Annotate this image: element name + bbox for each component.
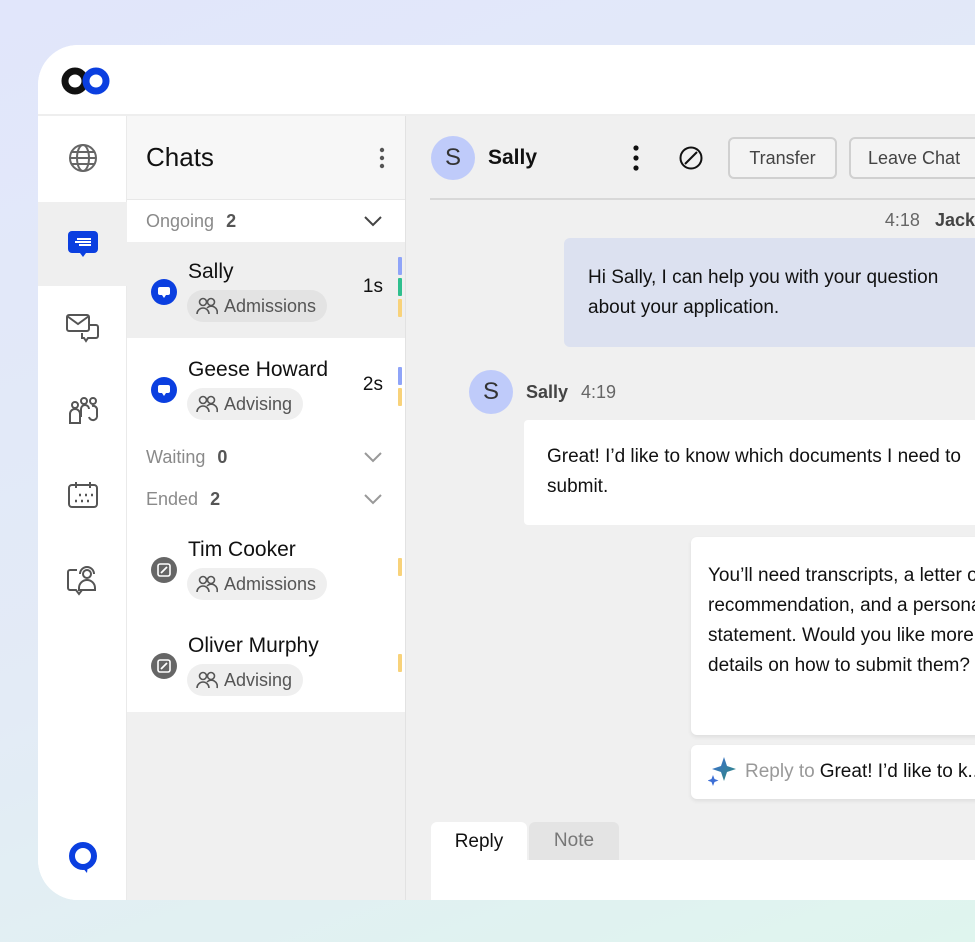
section-count: 2 — [226, 210, 237, 231]
ai-suggestion-card[interactable]: You’ll need transcripts, a letter of rec… — [691, 537, 975, 735]
chevron-down-icon[interactable] — [363, 493, 383, 505]
block-icon[interactable] — [679, 146, 703, 170]
department-tag: Advising — [187, 388, 304, 420]
chat-list-item[interactable]: Sally Admissions 1s — [127, 242, 405, 338]
sidebar-item-team[interactable] — [38, 369, 127, 453]
avatar: S — [431, 136, 475, 180]
chat-name: Geese Howard — [188, 358, 329, 381]
tag-label: Admissions — [224, 295, 317, 316]
top-header — [38, 45, 975, 116]
contact-name: Sally — [488, 146, 538, 169]
brand-chat-icon — [68, 842, 97, 873]
status-bars — [398, 558, 402, 576]
group-icon — [196, 575, 218, 593]
status-bars — [398, 257, 402, 317]
tag-label: Advising — [224, 669, 293, 690]
avatar: S — [469, 370, 513, 414]
ended-chat-icon — [151, 557, 177, 583]
tag-label: Admissions — [224, 573, 317, 594]
department-tag: Advising — [187, 664, 304, 696]
chat-name: Oliver Murphy — [188, 634, 319, 657]
chat-time: 2s — [362, 374, 383, 395]
more-options-icon[interactable] — [379, 147, 385, 169]
calendar-icon — [67, 482, 98, 508]
transfer-button[interactable]: Transfer — [728, 137, 837, 179]
group-icon — [196, 671, 218, 689]
sidebar — [38, 116, 127, 900]
chat-name: Sally — [188, 260, 234, 283]
sidebar-item-brand[interactable] — [38, 816, 127, 900]
team-icon — [68, 397, 98, 424]
message-sender: Sally — [526, 382, 569, 402]
section-label: Ongoing — [146, 210, 215, 231]
globe-icon — [68, 144, 97, 172]
active-chat-icon — [151, 377, 177, 403]
sidebar-item-chats[interactable] — [38, 202, 127, 286]
sidebar-item-agent[interactable] — [38, 537, 127, 621]
conversation-panel: S Sally Transfer Leave Chat 4:18 Jack Hi… — [406, 116, 975, 900]
section-ongoing[interactable]: Ongoing 2 — [127, 200, 405, 242]
tab-reply[interactable]: Reply — [431, 822, 527, 862]
chat-list-item[interactable]: Oliver Murphy Advising — [127, 616, 405, 712]
message-time: 4:18 — [884, 210, 920, 230]
group-icon — [196, 297, 218, 315]
leave-chat-button[interactable]: Leave Chat — [849, 137, 975, 179]
group-icon — [196, 395, 218, 413]
active-chat-icon — [151, 279, 177, 305]
chevron-down-icon[interactable] — [363, 215, 383, 227]
status-bars — [398, 367, 402, 406]
department-tag: Admissions — [187, 290, 328, 322]
reply-suggestion[interactable]: Reply to Great! I’d like to k... — [691, 745, 975, 799]
sparkle-icon — [708, 757, 736, 786]
section-label: Waiting — [146, 446, 206, 467]
chats-panel: Chats Ongoing 2 Sally Admissions 1s Gees… — [127, 116, 406, 900]
section-ended[interactable]: Ended 2 — [127, 478, 405, 520]
tab-note[interactable]: Note — [529, 822, 619, 860]
reply-input[interactable] — [431, 860, 975, 900]
chevron-down-icon[interactable] — [363, 451, 383, 463]
chat-time: 1s — [362, 276, 383, 297]
sidebar-item-calendar[interactable] — [38, 453, 127, 537]
logo-icon — [61, 67, 110, 95]
agent-icon — [66, 566, 96, 596]
sidebar-item-messages[interactable] — [38, 286, 127, 370]
sidebar-item-globe[interactable] — [38, 116, 127, 200]
reply-to-text: Great! I’d like to k... — [819, 761, 975, 782]
message-time: 4:19 — [581, 382, 617, 402]
tag-label: Advising — [224, 393, 293, 414]
contact-message-bubble: Great! I’d like to know which documents … — [524, 420, 975, 525]
section-count: 2 — [210, 488, 221, 509]
ended-chat-icon — [151, 653, 177, 679]
message-meta: 4:18 Jack — [885, 210, 975, 231]
chats-title: Chats — [146, 142, 214, 172]
section-waiting[interactable]: Waiting 0 — [127, 436, 405, 478]
chat-list-item[interactable]: Geese Howard Advising 2s — [127, 340, 405, 436]
app-window: Chats Ongoing 2 Sally Admissions 1s Gees… — [38, 45, 975, 900]
messages-icon — [65, 314, 99, 343]
chat-list-item[interactable]: Tim Cooker Admissions — [127, 520, 405, 616]
reply-to-label: Reply to — [745, 761, 815, 782]
agent-message-bubble: Hi Sally, I can help you with your quest… — [564, 238, 975, 347]
conversation-header: S Sally Transfer Leave Chat — [430, 116, 975, 200]
ai-suggestion-text: You’ll need transcripts, a letter of rec… — [708, 565, 975, 676]
chat-name: Tim Cooker — [188, 538, 296, 561]
department-tag: Admissions — [187, 568, 328, 600]
more-options-icon[interactable] — [633, 145, 639, 171]
section-label: Ended — [146, 488, 199, 509]
status-bars — [398, 654, 402, 672]
message-sender: Jack — [934, 210, 975, 230]
chat-icon — [67, 231, 98, 257]
section-count: 0 — [217, 446, 228, 467]
